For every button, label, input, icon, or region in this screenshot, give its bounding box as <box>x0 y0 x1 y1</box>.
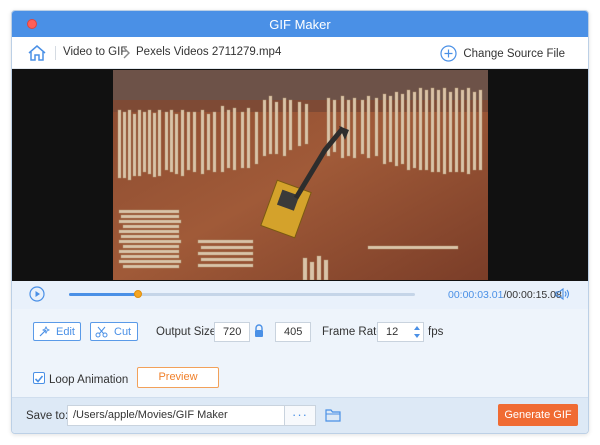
title-bar: GIF Maker <box>12 11 588 37</box>
video-frame-image <box>113 70 488 280</box>
cut-label: Cut <box>114 325 132 338</box>
seek-bar[interactable] <box>69 290 415 298</box>
change-source-file-button[interactable]: Change Source File <box>440 45 565 62</box>
frame-rate-stepper[interactable]: 12 <box>377 322 424 342</box>
lock-icon[interactable] <box>253 324 265 338</box>
time-readout: 00:00:03.01/00:00:15.08 <box>448 289 562 301</box>
fps-label: fps <box>428 326 444 338</box>
magic-wand-icon <box>39 325 50 336</box>
cut-button[interactable]: Cut <box>90 322 138 341</box>
volume-icon[interactable] <box>555 287 571 301</box>
video-preview <box>12 69 588 281</box>
folder-icon[interactable] <box>325 408 341 422</box>
total-time: /00:00:15.08 <box>503 289 562 301</box>
gif-maker-window: GIF Maker Video to GIF Pexels Videos 271… <box>11 10 589 434</box>
stepper-arrows-icon[interactable] <box>413 325 421 339</box>
nav-divider <box>55 46 56 60</box>
add-circle-icon <box>440 45 457 62</box>
gif-settings-panel: Edit Cut Output Size: 720 405 Frame Rate… <box>12 309 588 397</box>
current-time: 00:00:03.01 <box>448 289 504 301</box>
edit-label: Edit <box>56 325 75 338</box>
preview-button[interactable]: Preview <box>137 367 219 388</box>
edit-button[interactable]: Edit <box>33 322 81 341</box>
chevron-right-icon <box>123 47 130 59</box>
generate-gif-button[interactable]: Generate GIF <box>498 404 578 426</box>
scissors-icon <box>95 326 108 337</box>
seek-handle[interactable] <box>134 290 143 298</box>
window-title: GIF Maker <box>269 17 331 32</box>
checkmark-icon <box>34 375 44 383</box>
output-width-field[interactable]: 720 <box>214 322 250 342</box>
save-to-label: Save to: <box>26 410 69 422</box>
home-icon[interactable] <box>27 44 47 62</box>
frame-rate-value: 12 <box>386 326 399 338</box>
save-footer: Save to: /Users/apple/Movies/GIF Maker ·… <box>12 397 588 433</box>
save-path-field[interactable]: /Users/apple/Movies/GIF Maker <box>67 405 285 426</box>
loop-animation-label: Loop Animation <box>49 374 129 386</box>
breadcrumb-file-name: Pexels Videos 2711279.mp4 <box>136 46 282 58</box>
breadcrumb-video-to-gif[interactable]: Video to GIF <box>63 46 127 58</box>
output-height-field[interactable]: 405 <box>275 322 311 342</box>
play-icon[interactable] <box>29 286 45 302</box>
seek-bar-progress <box>69 293 139 296</box>
loop-animation-checkbox[interactable] <box>33 372 45 384</box>
breadcrumb: Video to GIF Pexels Videos 2711279.mp4 C… <box>12 37 588 69</box>
playback-controls: 00:00:03.01/00:00:15.08 <box>12 281 588 309</box>
browse-button[interactable]: ··· <box>285 405 316 426</box>
output-size-label: Output Size: <box>156 326 220 338</box>
change-source-label: Change Source File <box>463 47 565 60</box>
